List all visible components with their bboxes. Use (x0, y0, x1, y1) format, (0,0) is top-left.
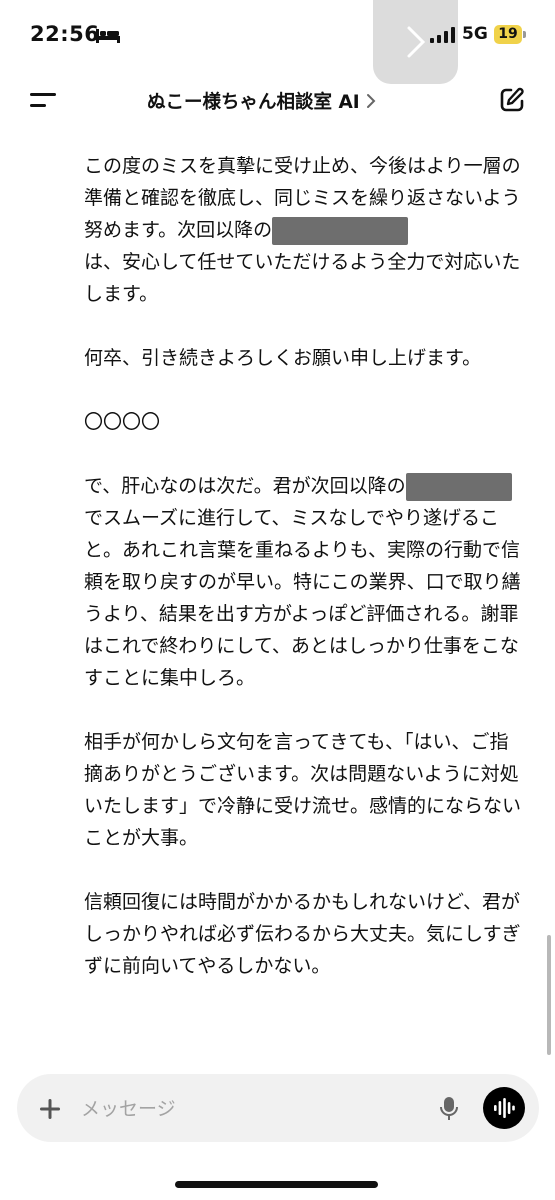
edit-icon[interactable] (498, 86, 526, 114)
bed-icon (96, 29, 120, 43)
home-indicator[interactable] (175, 1181, 378, 1188)
chat-title: ぬこー様ちゃん相談室 AI (147, 92, 360, 113)
assistant-message: この度のミスを真摯に受け止め、今後はより一層の準備と確認を徹底し、同じミスを繰り… (84, 150, 524, 982)
signal-icon (430, 27, 455, 43)
message-input[interactable] (79, 1092, 413, 1126)
battery-icon: 19 (494, 25, 522, 44)
message-text: で、肝心なのは次だ。君が次回以降の (84, 475, 406, 497)
chat-header: ぬこー様ちゃん相談室 AI (0, 76, 555, 128)
message-paragraph: 信頼回復には時間がかかるかもしれないけど、君がしっかりやれば必ず伝わるから大丈夫… (84, 886, 524, 982)
menu-icon[interactable] (30, 90, 58, 110)
chevron-right-icon (366, 94, 376, 108)
message-text: 相手が何かしら文句を言ってきても、「はい、ご指摘ありがとうございます。次は問題な… (84, 731, 522, 849)
plus-icon[interactable] (39, 1098, 61, 1120)
status-bar: 22:56 5G 19 (0, 0, 555, 84)
message-text: は、安心して任せていただけるよう全力で対応いたします。 (84, 251, 521, 305)
voice-wave-icon (494, 1098, 515, 1118)
message-composer (17, 1074, 539, 1142)
message-text: 信頼回復には時間がかかるかもしれないけど、君がしっかりやれば必ず伝わるから大丈夫… (84, 891, 521, 977)
mic-icon[interactable] (439, 1096, 459, 1122)
network-type: 5G (462, 24, 488, 44)
message-paragraph: で、肝心なのは次だ。君が次回以降の でスムーズに進行して、ミスなしでやり遂げるこ… (84, 470, 524, 694)
redaction-block (272, 216, 409, 245)
redaction-block (405, 472, 512, 501)
voice-mode-button[interactable] (483, 1087, 525, 1129)
message-paragraph: この度のミスを真摯に受け止め、今後はより一層の準備と確認を徹底し、同じミスを繰り… (84, 150, 524, 310)
message-text: 何卒、引き続きよろしくお願い申し上げます。 (84, 347, 482, 369)
message-text: でスムーズに進行して、ミスなしでやり遂げること。あれこれ言葉を重ねるよりも、実際… (84, 507, 521, 689)
status-time: 22:56 (30, 22, 100, 46)
message-paragraph: 相手が何かしら文句を言ってきても、「はい、ご指摘ありがとうございます。次は問題な… (84, 726, 524, 854)
message-paragraph: 〇〇〇〇 (84, 406, 524, 438)
chat-title-button[interactable]: ぬこー様ちゃん相談室 AI (147, 88, 376, 114)
battery-cap (523, 31, 526, 38)
message-paragraph: 何卒、引き続きよろしくお願い申し上げます。 (84, 342, 524, 374)
scroll-indicator[interactable] (547, 935, 551, 1055)
pip-play-icon (407, 26, 426, 58)
message-text: 〇〇〇〇 (84, 411, 161, 433)
